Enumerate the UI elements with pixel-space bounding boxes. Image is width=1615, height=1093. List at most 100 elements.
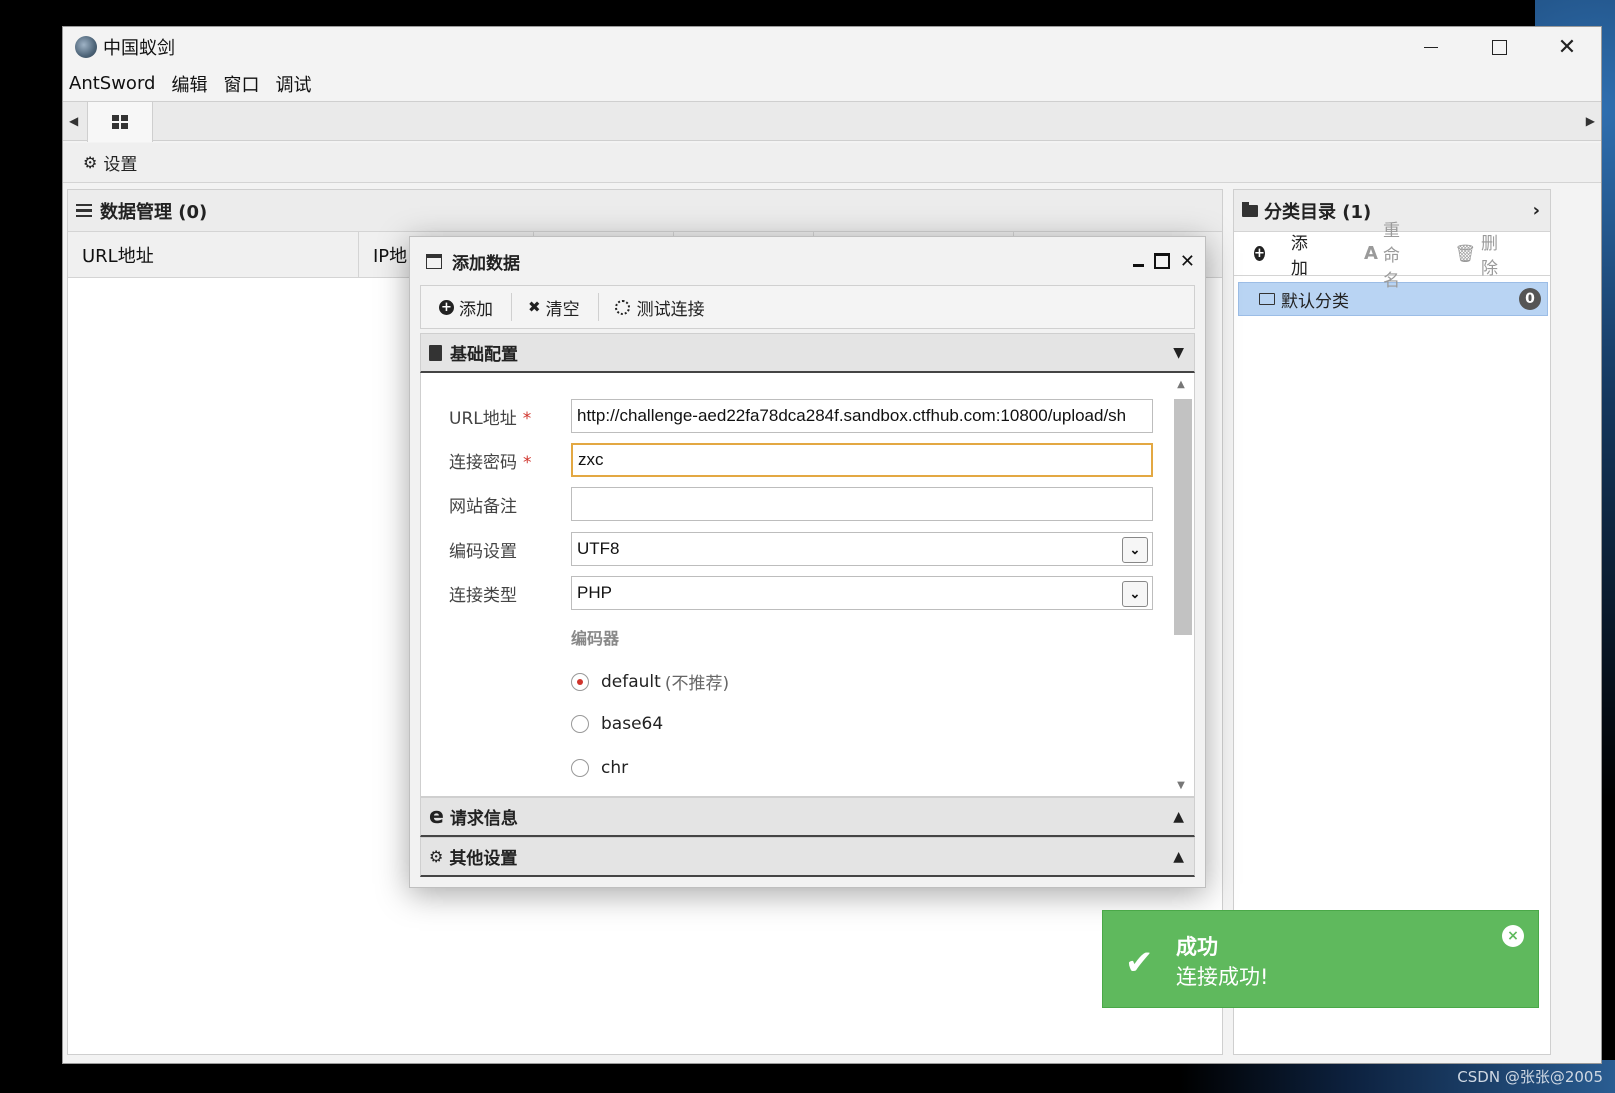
ie-icon: e <box>429 804 444 829</box>
toast-message: 连接成功! <box>1176 965 1269 989</box>
dialog-controls: ✕ <box>1123 251 1195 272</box>
chevron-down-icon: ▼ <box>1173 344 1184 361</box>
x-icon: ✖ <box>528 298 541 316</box>
dialog-add-label: 添加 <box>459 299 493 320</box>
menu-window[interactable]: 窗口 <box>223 71 259 97</box>
encoder-option-base64[interactable]: base64 <box>571 714 663 734</box>
gear-icon: ⚙ <box>83 153 98 172</box>
radio-checked[interactable] <box>571 672 589 691</box>
section-basic-config[interactable]: 基础配置 ▼ <box>420 333 1195 373</box>
grid-icon <box>112 115 128 129</box>
category-panel-title: 分类目录 (1) <box>1264 201 1372 223</box>
encoding-row: 编码设置 UTF8 ⌄ <box>449 532 1153 566</box>
close-button[interactable]: ✕ <box>1533 27 1601 67</box>
column-url-label: URL地址 <box>82 245 154 267</box>
type-row: 连接类型 PHP ⌄ <box>449 576 1153 610</box>
category-delete-label: 删除 <box>1481 233 1498 279</box>
tab-scroll-right-icon[interactable]: ▶ <box>1586 114 1595 128</box>
cogs-icon: ⚙ <box>429 847 444 866</box>
test-connection-label: 测试连接 <box>636 299 705 320</box>
encoder-chr-label: chr <box>601 758 629 778</box>
encoder-default-label: default <box>601 671 661 692</box>
dialog-clear-button[interactable]: ✖ 清空 <box>528 293 599 321</box>
tab-strip: ◀ ▶ <box>63 101 1601 142</box>
spinner-icon <box>614 299 630 315</box>
chevron-down-icon[interactable]: ⌄ <box>1122 537 1148 563</box>
scrollbar-thumb[interactable] <box>1174 399 1192 635</box>
radio-unchecked[interactable] <box>571 759 589 777</box>
minimize-button[interactable] <box>1397 27 1465 67</box>
add-data-dialog: 添加数据 ✕ + 添加 ✖ 清空 测试连接 基础配置 ▼ ▲ ▼ URL地址 *… <box>409 236 1206 888</box>
basic-config-form: ▲ ▼ URL地址 * http://challenge-aed22fa78dca… <box>420 373 1195 797</box>
check-icon: ✔ <box>1125 943 1154 983</box>
column-ip-label: IP地 <box>373 245 408 267</box>
dialog-minimize-button[interactable] <box>1133 256 1144 267</box>
category-item-label: 默认分类 <box>1281 291 1349 312</box>
type-select[interactable]: PHP ⌄ <box>571 576 1153 610</box>
toast-close-icon[interactable]: × <box>1502 925 1524 947</box>
dialog-clear-label: 清空 <box>545 299 580 320</box>
test-connection-button[interactable]: 测试连接 <box>614 293 723 321</box>
category-add-label: 添加 <box>1290 233 1308 279</box>
password-label: 连接密码 * <box>449 452 532 473</box>
dialog-toolbar: + 添加 ✖ 清空 测试连接 <box>420 285 1195 329</box>
encoder-base64-label: base64 <box>601 714 664 734</box>
dialog-header[interactable]: 添加数据 ✕ <box>410 237 1205 285</box>
toast-title: 成功 <box>1176 935 1218 959</box>
data-panel-header: 数据管理 (0) <box>68 190 1222 232</box>
category-toolbar: + 添加 A 重命名 🗑 删除 <box>1234 221 1550 291</box>
url-row: URL地址 * http://challenge-aed22fa78dca284f… <box>449 399 1153 433</box>
list-icon <box>76 201 92 221</box>
section-request-title: 请求信息 <box>449 809 518 829</box>
type-label: 连接类型 <box>449 585 517 606</box>
menu-bar: AntSword 编辑 窗口 调试 <box>63 67 1601 100</box>
success-toast: ✔ 成功 连接成功! × <box>1102 910 1539 1008</box>
password-input[interactable]: zxc <box>571 443 1153 477</box>
category-add-button[interactable]: + 添加 <box>1254 229 1338 279</box>
encoder-title: 编码器 <box>571 629 620 648</box>
column-header-url[interactable]: URL地址 <box>68 232 359 277</box>
encoding-select[interactable]: UTF8 ⌄ <box>571 532 1153 566</box>
type-value: PHP <box>577 583 612 602</box>
form-scrollbar[interactable]: ▲ ▼ <box>1172 379 1192 791</box>
password-row: 连接密码 * zxc <box>449 443 1153 477</box>
section-other-settings[interactable]: ⚙ 其他设置 ▲ <box>420 837 1195 877</box>
settings-toolbar: ⚙ 设置 <box>63 143 1601 183</box>
maximize-button[interactable] <box>1465 27 1533 67</box>
chevron-right-icon[interactable]: › <box>1533 200 1540 221</box>
data-panel-title: 数据管理 (0) <box>100 201 208 223</box>
category-delete-button[interactable]: 🗑 删除 <box>1454 229 1524 279</box>
encoder-option-chr[interactable]: chr <box>571 758 628 778</box>
scroll-up-icon[interactable]: ▲ <box>1172 379 1190 390</box>
category-rename-button[interactable]: A 重命名 <box>1364 216 1428 291</box>
folder-outline-icon <box>1259 293 1275 305</box>
settings-button[interactable]: 设置 <box>103 150 137 175</box>
document-icon <box>429 344 442 361</box>
menu-antsword[interactable]: AntSword <box>69 73 155 94</box>
note-input[interactable] <box>571 487 1153 521</box>
watermark: CSDN @张张@2005 <box>1457 1068 1603 1086</box>
encoding-value: UTF8 <box>577 539 620 558</box>
menu-debug[interactable]: 调试 <box>275 71 311 97</box>
scroll-down-icon[interactable]: ▼ <box>1172 780 1190 791</box>
folder-icon <box>1242 201 1258 217</box>
url-input[interactable]: http://challenge-aed22fa78dca284f.sandbo… <box>571 399 1153 433</box>
dialog-title: 添加数据 <box>452 253 520 274</box>
radio-unchecked[interactable] <box>571 715 589 733</box>
app-logo-icon <box>75 36 97 58</box>
plus-circle-icon: + <box>439 299 454 315</box>
dialog-close-button[interactable]: ✕ <box>1180 251 1195 272</box>
dialog-maximize-button[interactable] <box>1154 253 1170 269</box>
encoder-option-default[interactable]: default (不推荐) <box>571 669 729 694</box>
menu-edit[interactable]: 编辑 <box>171 71 207 97</box>
chevron-up-icon: ▲ <box>1173 848 1184 865</box>
font-icon: A <box>1364 243 1378 264</box>
chevron-down-icon[interactable]: ⌄ <box>1122 581 1148 607</box>
category-rename-label: 重命名 <box>1382 221 1400 291</box>
tab-home[interactable] <box>87 102 153 142</box>
section-request-info[interactable]: e 请求信息 ▲ <box>420 797 1195 837</box>
dialog-add-button[interactable]: + 添加 <box>439 293 512 321</box>
url-label: URL地址 * <box>449 408 532 429</box>
tab-scroll-left-icon[interactable]: ◀ <box>69 114 78 128</box>
count-badge: 0 <box>1519 288 1541 310</box>
